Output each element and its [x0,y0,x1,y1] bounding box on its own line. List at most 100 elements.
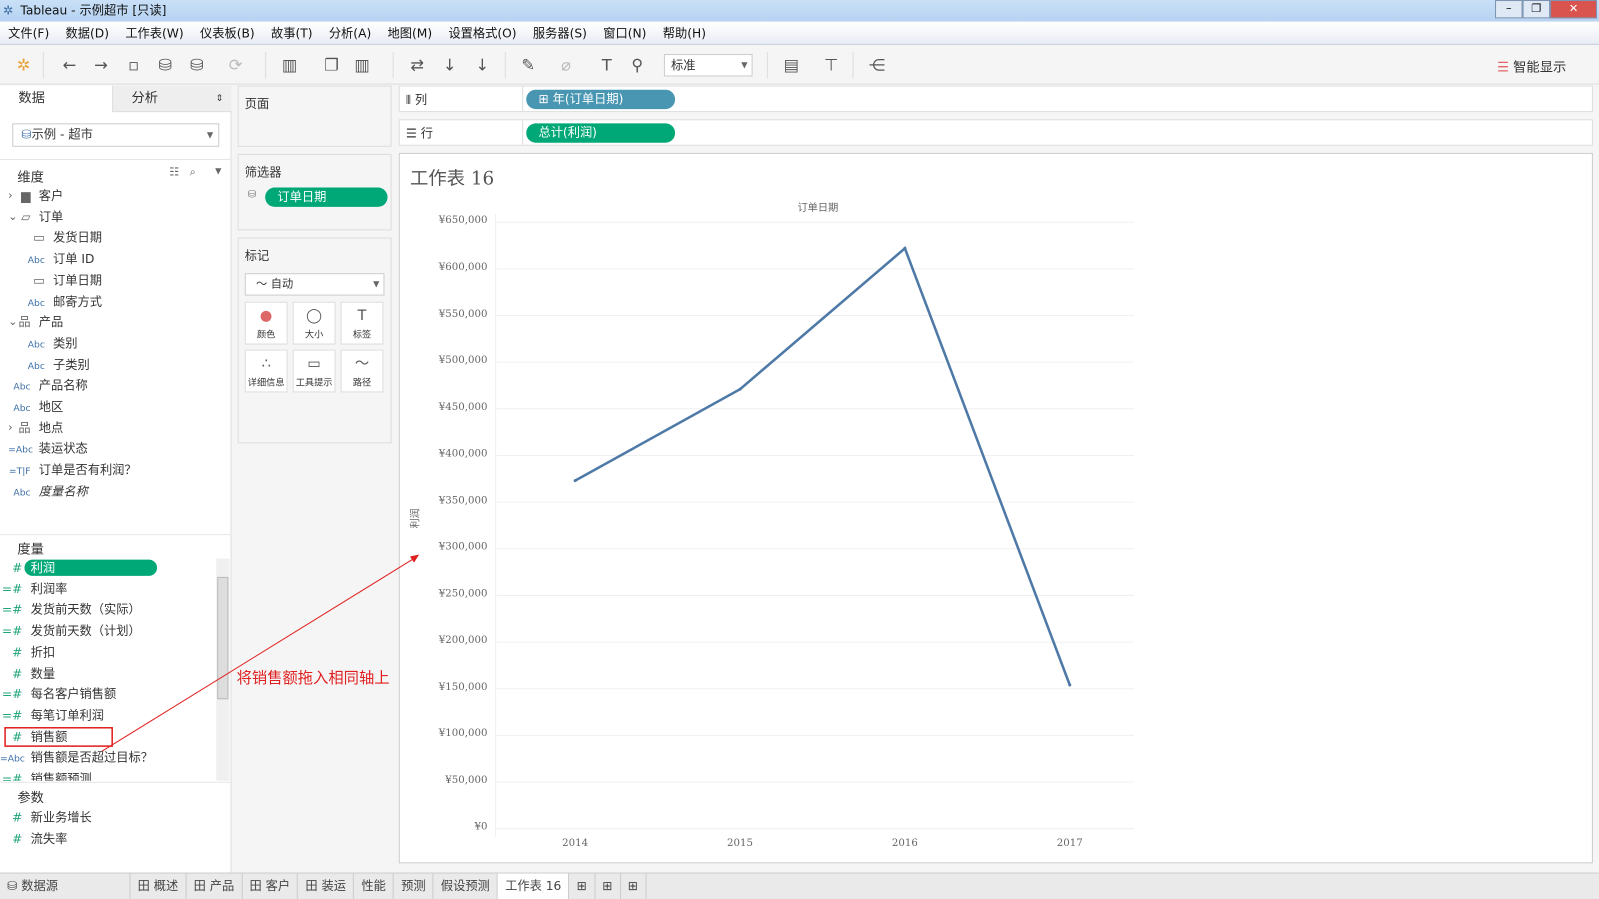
label-icon[interactable]: T [596,54,618,76]
field-item[interactable]: › ▆ 客户 [0,186,216,206]
menu-item[interactable]: 设置格式(O) [440,24,524,41]
field-item[interactable]: Abc 类别 [0,333,216,353]
swap-icon[interactable]: ⇄ [406,54,428,76]
chevron-down-icon[interactable]: ⌄ [8,207,17,227]
menu-item[interactable]: 窗口(N) [595,24,654,41]
menu-item[interactable]: 文件(F) [0,24,57,41]
redo-icon[interactable]: → [90,54,112,76]
menu-item[interactable]: 服务器(S) [525,24,595,41]
columns-pill[interactable]: ⊞ 年(订单日期) [526,89,676,110]
restore-button[interactable]: ❐ [1522,0,1551,19]
field-item[interactable]: =# 每笔订单利润 [0,705,216,725]
field-item[interactable]: # 销售额 [0,726,216,746]
new-dashboard-tab-icon[interactable]: ⊞ [595,873,621,899]
sheet-tab[interactable]: 性能 [354,873,394,899]
sheet-tab[interactable]: 田 装运 [298,873,355,899]
pin-icon[interactable]: ⚲ [626,54,648,76]
minimize-button[interactable]: – [1495,0,1523,19]
tab-data[interactable]: 数据 [0,85,113,113]
new-worksheet-icon[interactable]: ▥ [278,54,300,76]
mark-tooltip-button[interactable]: ▭ 工具提示 [292,349,336,393]
data-point[interactable] [738,387,742,391]
menu-item[interactable]: 故事(T) [263,24,321,41]
field-item[interactable]: =# 发货前天数（计划） [0,621,216,641]
mark-color-button[interactable]: ● 颜色 [244,301,288,345]
share-icon[interactable]: ⋲ [866,54,888,76]
mark-path-button[interactable]: 〜路径 [340,349,384,393]
field-item[interactable]: Abc 订单 ID [0,249,216,269]
chevron-down-icon[interactable]: ⌄ [8,312,17,332]
list-view-icon[interactable]: ☷ [169,165,179,178]
field-item[interactable]: Abc 子类别 [0,354,216,374]
save-icon[interactable]: ▫ [122,54,144,76]
menu-item[interactable]: 数据(D) [57,24,117,41]
mark-size-button[interactable]: ◯ 大小 [292,301,336,345]
fit-select[interactable]: 标准 ▼ [663,54,753,77]
menu-item[interactable]: 地图(M) [379,24,440,41]
sort-asc-icon[interactable]: ↓ [439,54,461,76]
new-datasource-icon[interactable]: ⛁ [154,54,176,76]
profit-line[interactable] [574,246,1071,686]
highlight-icon[interactable]: ✎ [517,54,539,76]
chevron-down-icon[interactable]: ▼ [215,166,221,175]
field-item[interactable]: ⌄ 品产品 [0,312,216,332]
chevron-right-icon[interactable]: › [8,186,12,206]
sort-desc-icon[interactable]: ↓ [471,54,493,76]
menu-item[interactable]: 帮助(H) [655,24,715,41]
field-item[interactable]: Abc 产品名称 [0,375,216,395]
presentation-icon[interactable]: ⊤ [820,54,842,76]
attach-icon[interactable]: ⌀ [555,54,577,76]
rows-pill[interactable]: 总计(利润) [526,123,676,143]
sheet-tab[interactable]: 工作表 16 [498,873,570,899]
filter-pill-order-date[interactable]: 订单日期 [265,187,388,207]
pages-card[interactable]: 页面 [237,85,392,147]
tableau-home-icon[interactable]: ✲ [12,54,34,76]
mark-label-button[interactable]: T 标签 [340,301,384,345]
filters-card[interactable]: 筛选器 ⛁ 订单日期 [237,153,392,231]
pause-updates-icon[interactable]: ⛁ [186,54,208,76]
mark-detail-button[interactable]: ∴ 详细信息 [244,349,288,393]
field-item[interactable]: =# 发货前天数（实际） [0,600,216,620]
search-icon[interactable]: ⌕ [190,165,196,179]
columns-shelf[interactable]: ⫴ 列 ⊞ 年(订单日期) [398,85,1593,113]
sheet-tab[interactable]: 假设预测 [434,873,499,899]
duplicate-sheet-icon[interactable]: ❐ [320,54,342,76]
field-item[interactable]: Abc 邮寄方式 [0,291,216,311]
sheet-tab[interactable]: 田 概述 [131,873,187,899]
sheet-tab[interactable]: 田 产品 [186,873,243,899]
field-item[interactable]: =# 每名客户销售额 [0,684,216,704]
field-item[interactable]: ▭ 发货日期 [0,228,216,248]
data-point[interactable] [1068,683,1072,687]
field-item[interactable]: =T|F 订单是否有利润？ [0,460,216,480]
field-item[interactable]: # 新业务增长 [0,807,216,827]
scrollbar-thumb[interactable] [217,576,229,700]
field-item[interactable]: Abc 地区 [0,397,216,417]
field-item[interactable]: # 数量 [0,663,216,683]
show-me-button[interactable]: ☰ 智能显示 [1497,56,1566,75]
menu-item[interactable]: 仪表板(B) [192,24,263,41]
menu-item[interactable]: 工作表(W) [117,24,192,41]
close-button[interactable]: ✕ [1550,0,1598,19]
data-point[interactable] [573,479,577,483]
show-cards-icon[interactable]: ▤ [780,54,802,76]
menu-item[interactable]: 分析(A) [321,24,380,41]
datasource-select[interactable]: ⛁示例 - 超市 ▼ [12,123,220,147]
sheet-tab[interactable]: 田 客户 [242,873,299,899]
field-item[interactable]: › 品地点 [0,418,216,438]
chevron-right-icon[interactable]: › [8,418,12,438]
field-item[interactable]: # 折扣 [0,642,216,662]
clear-sheet-icon[interactable]: ▥ [351,54,373,76]
field-item[interactable]: # 流失率 [0,828,216,848]
undo-icon[interactable]: ← [58,54,80,76]
field-item[interactable]: =Abc 装运状态 [0,439,216,459]
field-item[interactable]: ⌄ ▱ 订单 [0,207,216,227]
field-item[interactable]: =# 利润率 [0,579,216,599]
field-item[interactable]: =Abc 销售额是否超过目标？ [0,747,216,767]
sheet-tab[interactable]: 预测 [394,873,434,899]
field-item[interactable]: # 利润 [0,559,216,578]
new-story-tab-icon[interactable]: ⊞ [621,873,647,899]
measures-scrollbar[interactable] [216,558,230,781]
rows-shelf[interactable]: ☰ 行 总计(利润) [398,119,1593,146]
data-point[interactable] [903,246,907,250]
new-worksheet-tab-icon[interactable]: ⊞ [570,873,596,899]
